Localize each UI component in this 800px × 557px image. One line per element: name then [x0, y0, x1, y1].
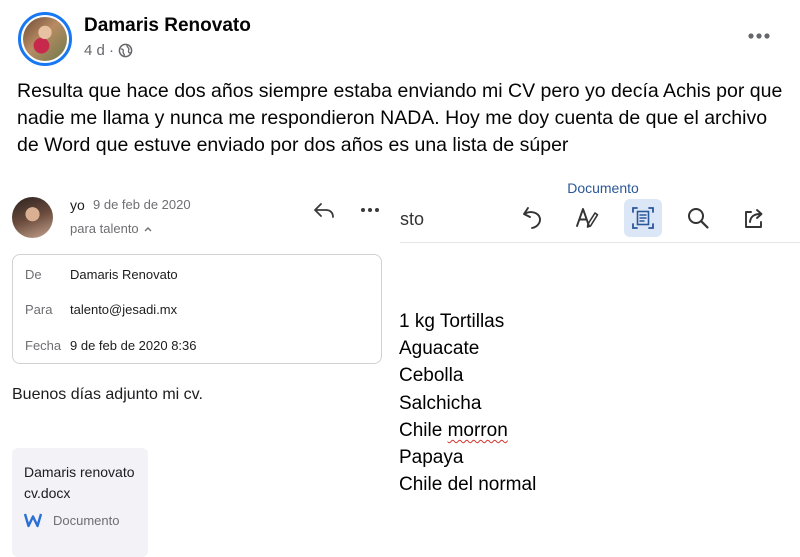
- detail-label: Fecha: [25, 338, 62, 353]
- document-toolbar: [400, 198, 800, 242]
- detail-label: De: [25, 267, 42, 282]
- email-recipient-toggle[interactable]: para talento: [70, 221, 153, 236]
- undo-button[interactable]: [514, 199, 552, 237]
- shopping-list: 1 kg Tortillas Aguacate Cebolla Salchich…: [399, 308, 536, 498]
- post-time[interactable]: 4 d ·: [84, 42, 114, 59]
- share-button[interactable]: [735, 199, 773, 237]
- word-icon: [24, 513, 42, 528]
- undo-icon: [523, 207, 541, 229]
- chevron-up-icon: [144, 226, 152, 231]
- document-title: Documento: [567, 180, 639, 196]
- author-avatar[interactable]: [18, 12, 72, 66]
- detail-row-date: Fecha 9 de feb de 2020 8:36: [13, 338, 381, 358]
- list-item: Papaya: [399, 447, 464, 469]
- post-header: Damaris Renovato 4 d ·: [0, 0, 800, 72]
- email-screenshot: yo 9 de feb de 2020 para talento De Dama…: [0, 180, 400, 557]
- sender-avatar: [12, 197, 53, 238]
- detail-label: Para: [25, 302, 53, 317]
- draw-button[interactable]: [568, 199, 606, 237]
- detail-row-from: De Damaris Renovato: [13, 267, 381, 287]
- toolbar-divider: [400, 242, 800, 243]
- misspelled-word: morron: [447, 419, 508, 441]
- list-item: Chile del normal: [399, 474, 537, 496]
- attachment-type: Documento: [53, 513, 120, 528]
- detail-value[interactable]: talento@jesadi.mx: [70, 302, 177, 317]
- email-sender: yo: [70, 197, 85, 213]
- document-screenshot: Documento sto 1 kg Tortillas Aguacate Ce…: [399, 176, 800, 557]
- list-item: 1 kg Tortillas: [399, 311, 505, 332]
- share-icon: [745, 209, 763, 228]
- list-item: Aguacate: [399, 338, 480, 360]
- list-item: Salchicha: [399, 392, 482, 414]
- attachment-name: Damaris renovato cv.docx: [24, 464, 135, 501]
- reply-icon[interactable]: [312, 200, 336, 220]
- globe-icon: [118, 43, 133, 58]
- email-date: 9 de feb de 2020: [93, 197, 191, 212]
- list-item: Cebolla: [399, 365, 464, 387]
- post-author-name[interactable]: Damaris Renovato: [84, 15, 251, 37]
- email-recipient: para talento: [70, 221, 139, 236]
- search-icon: [688, 208, 709, 229]
- list-item: Chile morron: [399, 417, 536, 444]
- detail-value: 9 de feb de 2020 8:36: [70, 338, 197, 353]
- attachment-card[interactable]: Damaris renovato cv.docx Documento: [12, 448, 148, 557]
- detail-row-to: Para talento@jesadi.mx: [13, 302, 381, 322]
- author-avatar-image: [23, 17, 67, 61]
- draw-icon: [576, 208, 599, 228]
- email-more-icon[interactable]: [358, 202, 382, 218]
- reading-layout-button[interactable]: [624, 199, 662, 237]
- post-meta: 4 d ·: [84, 42, 133, 59]
- post-text: Resulta que hace dos años siempre estaba…: [17, 80, 783, 156]
- list-item-text: Chile: [399, 419, 448, 441]
- reading-layout-icon: [632, 207, 654, 229]
- email-details-box: De Damaris Renovato Para talento@jesadi.…: [12, 254, 382, 364]
- search-button[interactable]: [679, 199, 717, 237]
- email-body: Buenos días adjunto mi cv.: [12, 386, 203, 403]
- detail-value: Damaris Renovato: [70, 267, 178, 282]
- post-more-icon[interactable]: [744, 26, 774, 46]
